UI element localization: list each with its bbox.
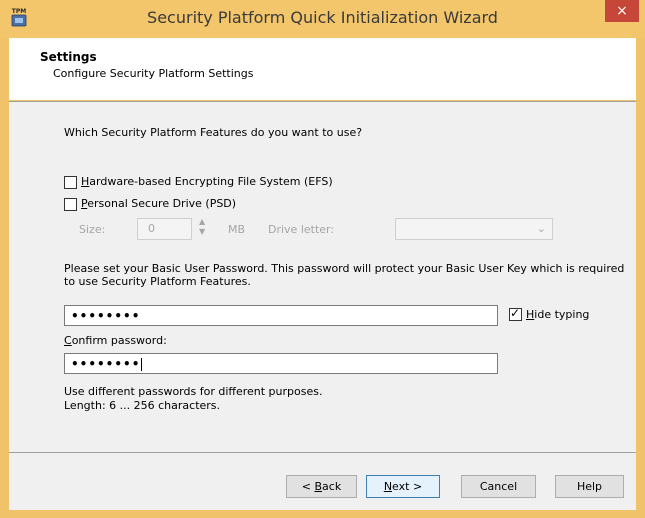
hide-typing-label[interactable]: Hide typing: [526, 308, 589, 321]
next-key: N: [383, 480, 393, 493]
next-button[interactable]: Next >: [366, 475, 440, 498]
confirm-label-key: C: [64, 334, 72, 347]
spin-down-icon[interactable]: ▼: [199, 227, 205, 237]
wizard-header: Settings Configure Security Platform Set…: [9, 38, 636, 100]
size-spinner[interactable]: ▲ ▼: [199, 217, 205, 237]
confirm-label-text: onfirm password:: [71, 334, 167, 347]
text-caret: [141, 358, 143, 371]
chevron-down-icon[interactable]: ⌄: [537, 222, 546, 235]
size-unit: MB: [228, 223, 246, 236]
next-text: ext >: [392, 480, 423, 493]
password-mask: ••••••••: [71, 309, 141, 323]
password-hint-length: Length: 6 ... 256 characters.: [64, 399, 221, 412]
close-icon: ×: [616, 3, 628, 19]
features-question: Which Security Platform Features do you …: [64, 126, 363, 139]
page-title: Settings: [40, 50, 97, 64]
efs-label[interactable]: Hardware-based Encrypting File System (E…: [81, 175, 333, 188]
psd-label-text: ersonal Secure Drive (PSD): [87, 197, 237, 210]
size-input[interactable]: 0: [137, 218, 192, 240]
efs-label-text: ardware-based Encrypting File System (EF…: [89, 175, 333, 188]
hide-typing-checkbox[interactable]: [509, 306, 522, 321]
psd-label[interactable]: Personal Secure Drive (PSD): [81, 197, 236, 210]
confirm-password-label: Confirm password:: [64, 334, 167, 347]
drive-letter-label: Drive letter:: [268, 223, 335, 236]
back-button[interactable]: < Back: [286, 475, 357, 498]
size-label: Size:: [79, 223, 106, 236]
title-bar[interactable]: TPM Security Platform Quick Initializati…: [0, 0, 645, 38]
psd-checkbox[interactable]: [64, 198, 77, 211]
hide-typing-label-text: ide typing: [534, 308, 590, 321]
back-key: B: [314, 480, 323, 493]
back-prefix: <: [301, 480, 315, 493]
cancel-button[interactable]: Cancel: [461, 475, 536, 498]
wizard-content: Which Security Platform Features do you …: [9, 101, 636, 452]
window-title: Security Platform Quick Initialization W…: [147, 8, 498, 27]
page-subtitle: Configure Security Platform Settings: [53, 67, 254, 80]
confirm-mask-dots: ••••••••: [71, 357, 141, 371]
wizard-window: TPM Security Platform Quick Initializati…: [0, 0, 645, 518]
password-hint-purpose: Use different passwords for different pu…: [64, 385, 323, 398]
confirm-mask: ••••••••: [71, 354, 143, 374]
close-button[interactable]: ×: [605, 0, 639, 22]
confirm-password-input[interactable]: ••••••••: [64, 353, 498, 374]
wizard-footer: < Back Next > Cancel Help: [9, 452, 636, 510]
back-text: ack: [322, 480, 342, 493]
drive-letter-select[interactable]: ⌄: [395, 218, 553, 240]
size-value: 0: [148, 222, 155, 235]
help-button[interactable]: Help: [555, 475, 624, 498]
efs-checkbox[interactable]: [64, 176, 77, 189]
password-input[interactable]: ••••••••: [64, 305, 498, 326]
spin-up-icon[interactable]: ▲: [199, 217, 205, 227]
password-prompt: Please set your Basic User Password. Thi…: [64, 262, 625, 288]
